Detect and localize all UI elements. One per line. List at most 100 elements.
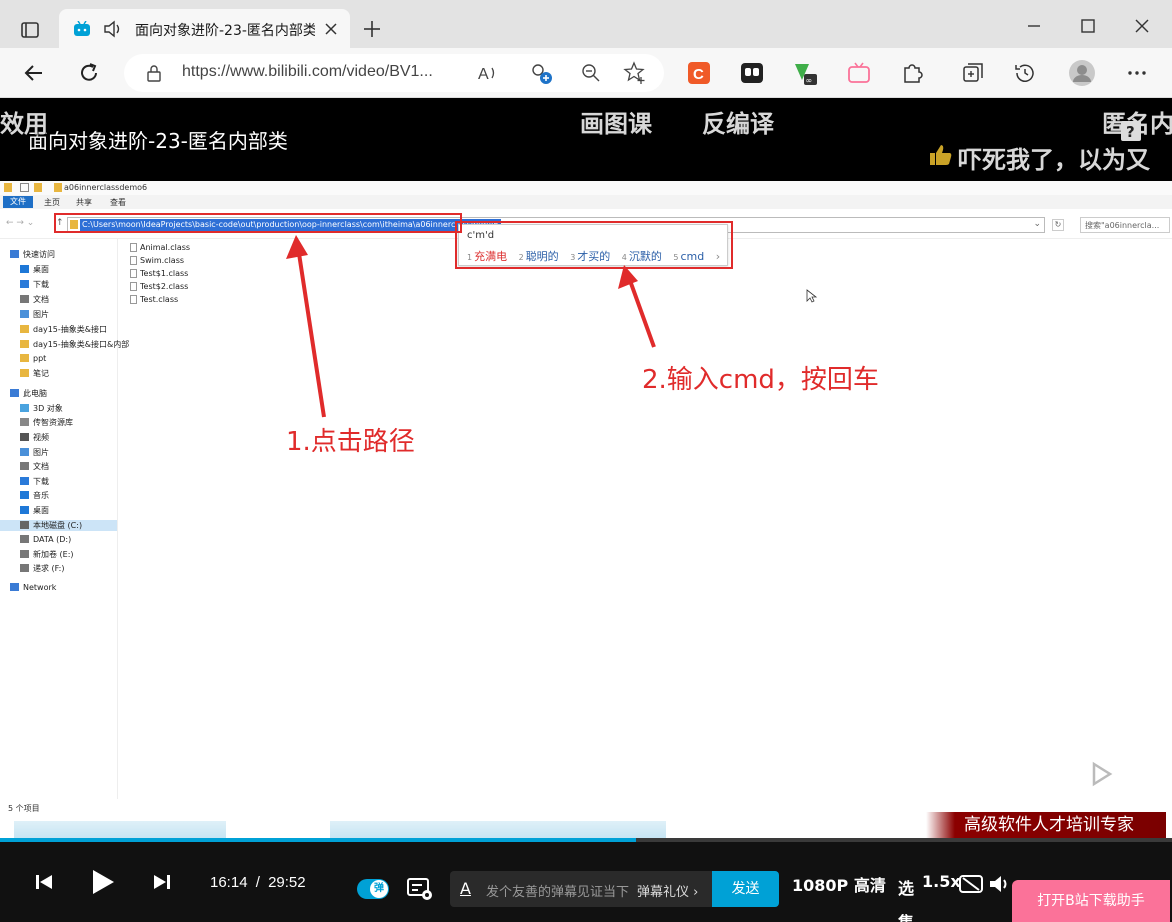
history-icon[interactable]	[1012, 60, 1038, 86]
extension-tv-icon[interactable]	[846, 60, 872, 86]
danmaku-toggle[interactable]: 弹	[357, 879, 389, 899]
sidebar-item-icon	[10, 250, 19, 258]
speaker-icon[interactable]	[103, 20, 123, 38]
download-helper-button[interactable]: 打开B站下载助手	[1012, 880, 1170, 922]
sidebar-item-label: 快速访问	[23, 250, 55, 259]
ribbon-tab-file[interactable]: 文件	[3, 196, 33, 208]
sidebar-item[interactable]: 本地磁盘 (C:)	[0, 520, 117, 531]
minimize-icon[interactable]	[1022, 14, 1046, 38]
help-icon[interactable]: ?	[1120, 120, 1142, 142]
file-icon	[130, 269, 137, 278]
add-to-app-icon[interactable]	[528, 60, 554, 86]
active-tab[interactable]: 面向对象进阶-23-匿名内部类	[59, 9, 350, 49]
sidebar-item[interactable]: Network	[10, 583, 56, 592]
folder-icon	[4, 183, 12, 192]
new-folder-icon	[34, 183, 42, 192]
file-item[interactable]: Test.class	[130, 295, 178, 304]
extensions-puzzle-icon[interactable]	[899, 60, 925, 86]
collections-icon[interactable]	[960, 60, 986, 86]
more-menu-icon[interactable]	[1124, 60, 1150, 86]
back-icon[interactable]	[22, 60, 48, 86]
danmaku-settings-icon[interactable]	[406, 876, 434, 902]
danmaku-off-icon[interactable]	[958, 873, 984, 895]
profile-avatar-icon[interactable]	[1068, 59, 1096, 87]
sidebar-item[interactable]: 下载	[20, 279, 49, 290]
episodes-button[interactable]: 选集	[898, 872, 918, 922]
progress-fill	[0, 838, 637, 842]
file-item[interactable]: Swim.class	[130, 256, 184, 265]
speed-button[interactable]: 1.5x	[922, 872, 961, 891]
danmaku-etiquette-link[interactable]: 弹幕礼仪 ›	[637, 881, 698, 900]
sidebar-item[interactable]: 桌面	[20, 505, 49, 516]
refresh-path-icon[interactable]: ↻	[1052, 219, 1064, 231]
quality-button[interactable]: 1080P 高清	[792, 872, 886, 896]
extension-eyes-icon[interactable]	[739, 60, 765, 86]
tab-actions-icon[interactable]	[14, 14, 46, 46]
close-tab-icon[interactable]	[323, 21, 339, 37]
sidebar-item[interactable]: 递求 (F:)	[20, 563, 64, 574]
sidebar-item[interactable]: 音乐	[20, 490, 49, 501]
sidebar-item[interactable]: 3D 对象	[20, 403, 63, 414]
favorite-star-icon[interactable]	[622, 60, 648, 86]
browser-toolbar: https://www.bilibili.com/video/BV1... A	[0, 48, 1172, 98]
sidebar-item-label: 文档	[33, 295, 49, 304]
sidebar-item[interactable]: 笔记	[20, 368, 49, 379]
sidebar-item[interactable]: 快速访问	[10, 249, 55, 260]
file-item[interactable]: Animal.class	[130, 243, 190, 252]
sidebar-item-icon	[10, 389, 19, 397]
sidebar-item-label: 图片	[33, 448, 49, 457]
explorer-search[interactable]: 搜索"a06innercla...	[1080, 217, 1170, 233]
mouse-cursor-icon	[806, 289, 818, 303]
current-time: 16:14	[210, 874, 248, 891]
lock-icon[interactable]	[146, 64, 162, 82]
nav-arrows-icon[interactable]: ← → ⌄	[6, 218, 34, 228]
text-style-icon[interactable]: A	[460, 879, 471, 898]
sidebar-item[interactable]: 图片	[20, 447, 49, 458]
next-icon[interactable]	[152, 872, 172, 892]
ribbon-tab-view[interactable]: 查看	[110, 197, 126, 208]
zoom-out-icon[interactable]	[578, 60, 604, 86]
address-bar[interactable]: https://www.bilibili.com/video/BV1... A	[124, 54, 664, 92]
video-player[interactable]: 面向对象进阶-23-匿名内部类 效用 画图课 反编译 匿名内 吓死我了，以为又 …	[0, 98, 1172, 843]
sidebar-item[interactable]: DATA (D:)	[20, 535, 71, 544]
sidebar-item[interactable]: ppt	[20, 354, 46, 363]
ribbon-tab-share[interactable]: 共享	[76, 197, 92, 208]
progress-bar[interactable]	[0, 838, 1172, 842]
file-item[interactable]: Test$2.class	[130, 282, 188, 291]
play-icon[interactable]	[90, 868, 116, 896]
refresh-icon[interactable]	[76, 60, 102, 86]
send-danmaku-button[interactable]: 发送	[712, 871, 779, 907]
sidebar-item-icon	[20, 535, 29, 543]
read-aloud-icon[interactable]: A	[474, 60, 500, 86]
sidebar-item-icon	[20, 404, 29, 412]
dropdown-arrow-icon[interactable]: ⌄	[1033, 219, 1041, 229]
explorer-titlebar: a06innerclassdemo6	[0, 181, 1172, 195]
close-window-icon[interactable]	[1130, 14, 1154, 38]
sidebar-item-icon	[20, 506, 29, 514]
danmaku-input[interactable]: A 发个友善的弹幕见证当下 弹幕礼仪 ›	[450, 871, 712, 907]
sidebar-item[interactable]: 视频	[20, 432, 49, 443]
url-text[interactable]: https://www.bilibili.com/video/BV1...	[182, 63, 433, 81]
sidebar-item[interactable]: day15-抽象类&接口&内部	[20, 339, 129, 350]
volume-icon[interactable]	[988, 873, 1012, 895]
sidebar-item[interactable]: 文档	[20, 294, 49, 305]
file-name: Swim.class	[140, 256, 185, 265]
sidebar-item-icon	[20, 564, 29, 572]
sidebar-item-label: 桌面	[33, 265, 49, 274]
ribbon-tab-home[interactable]: 主页	[44, 197, 60, 208]
sidebar-item[interactable]: 文档	[20, 461, 49, 472]
sidebar-item[interactable]: 此电脑	[10, 388, 47, 399]
file-item[interactable]: Test$1.class	[130, 269, 188, 278]
sidebar-item[interactable]: 传智资源库	[20, 417, 73, 428]
previous-icon[interactable]	[34, 872, 54, 892]
sidebar-item[interactable]: 图片	[20, 309, 49, 320]
extension-c-icon[interactable]: C	[686, 60, 712, 86]
maximize-icon[interactable]	[1076, 14, 1100, 38]
new-tab-icon[interactable]	[360, 17, 384, 41]
sidebar-item[interactable]: 桌面	[20, 264, 49, 275]
extension-v-icon[interactable]: ∞	[792, 60, 818, 86]
sidebar-item[interactable]: 下载	[20, 476, 49, 487]
sidebar-item[interactable]: 新加卷 (E:)	[20, 549, 74, 560]
sidebar-item-label: 视频	[33, 433, 49, 442]
sidebar-item[interactable]: day15-抽象类&接口	[20, 324, 107, 335]
